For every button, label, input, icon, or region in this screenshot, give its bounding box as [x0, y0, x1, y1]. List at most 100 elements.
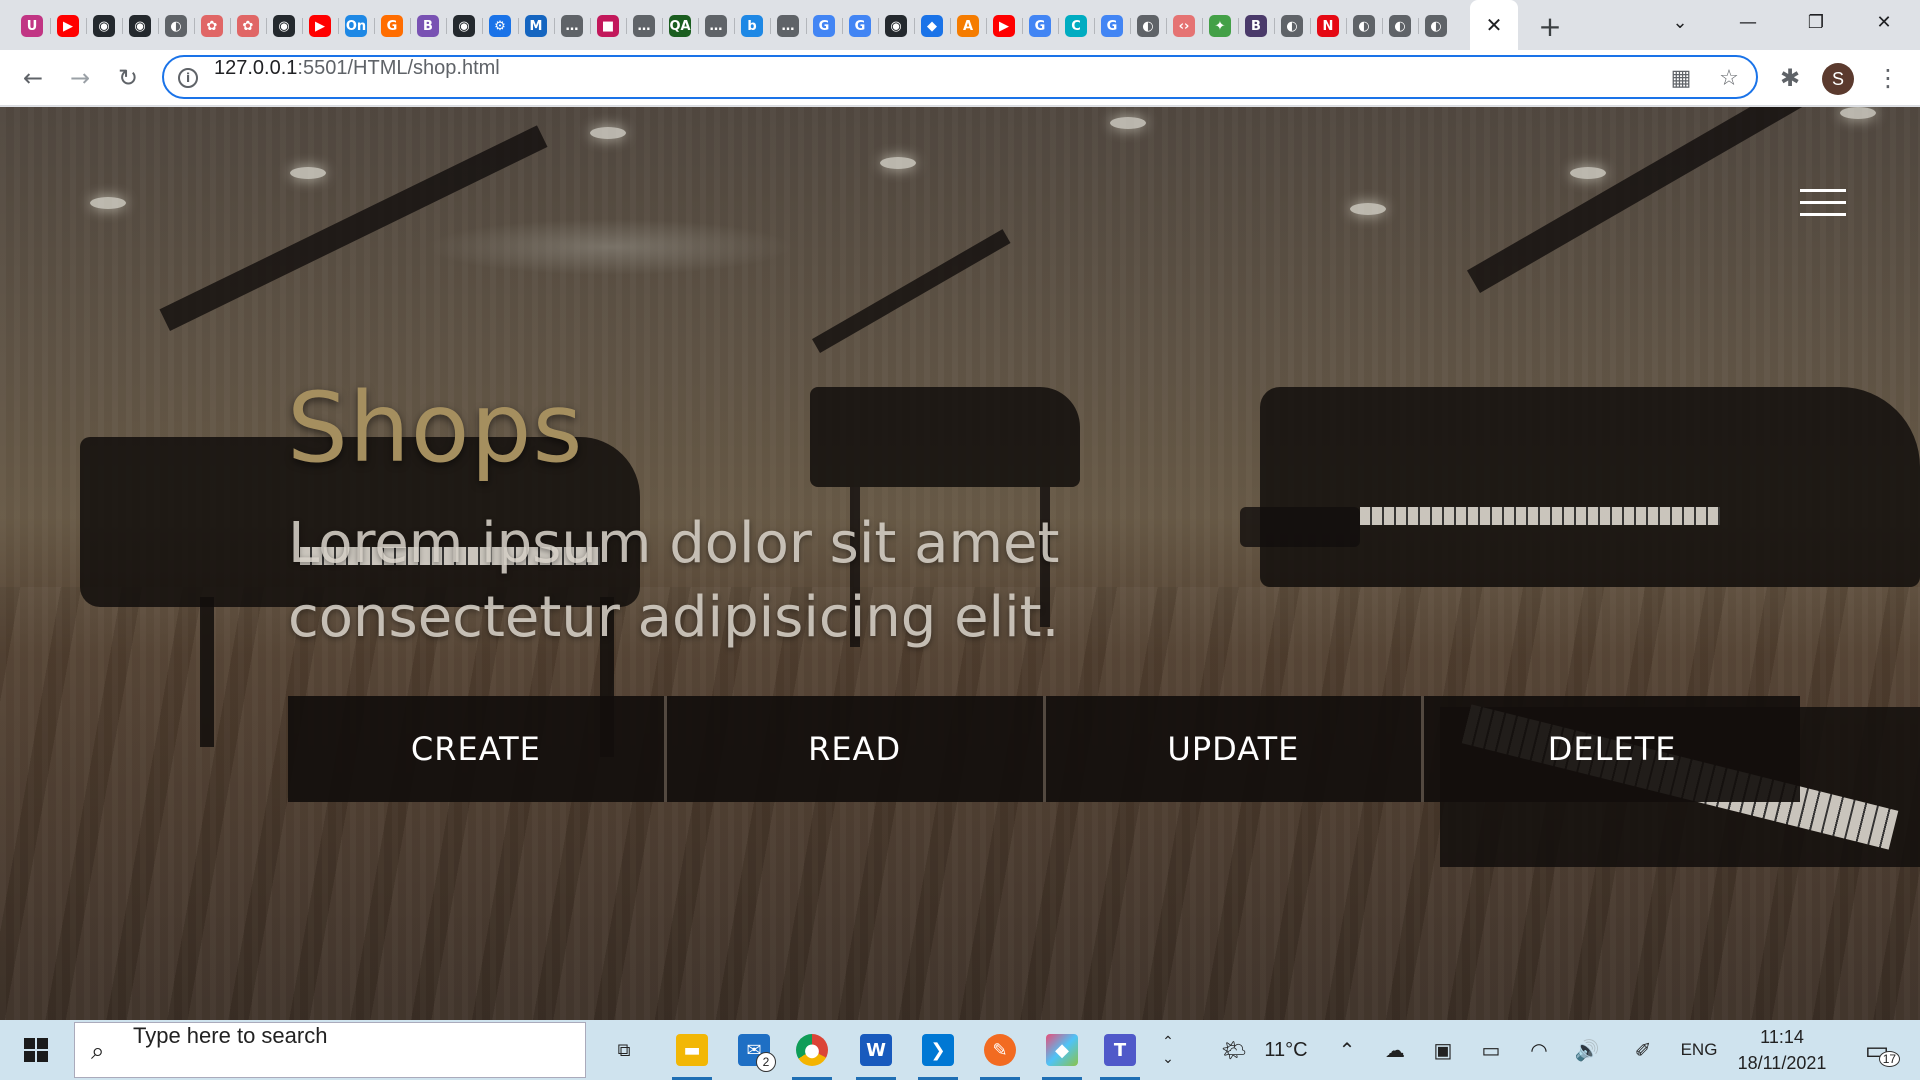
- pinned-tab[interactable]: ◐: [1346, 10, 1382, 42]
- pinned-tab[interactable]: G: [842, 10, 878, 42]
- pinned-tab[interactable]: ▶: [986, 10, 1022, 42]
- site-info-icon[interactable]: i: [178, 68, 198, 88]
- delete-button[interactable]: DELETE: [1424, 696, 1800, 802]
- pinned-tab[interactable]: ■: [590, 10, 626, 42]
- pinned-tab[interactable]: …: [698, 10, 734, 42]
- pinned-tab[interactable]: G: [1094, 10, 1130, 42]
- pinned-tab[interactable]: …: [554, 10, 590, 42]
- hamburger-menu-icon[interactable]: [1800, 189, 1846, 217]
- back-arrow-icon[interactable]: ←: [11, 56, 55, 100]
- pinned-tab[interactable]: QA: [662, 10, 698, 42]
- clock[interactable]: 11:14 18/11/2021: [1722, 1024, 1842, 1076]
- pinned-tab[interactable]: ◐: [1130, 10, 1166, 42]
- active-tab[interactable]: ✕: [1470, 0, 1518, 50]
- pinned-tab[interactable]: ▶: [302, 10, 338, 42]
- pinned-tab[interactable]: ◉: [446, 10, 482, 42]
- chrome-button[interactable]: ●: [786, 1026, 838, 1080]
- windows-taskbar: ⌕ Type here to search ⧉ ▬ ✉ 2 ● W ❯ ✎ ◆ …: [0, 1020, 1920, 1080]
- pinned-tab[interactable]: ◉: [122, 10, 158, 42]
- pinned-tab[interactable]: ‹›: [1166, 10, 1202, 42]
- pinned-tab[interactable]: ✿: [194, 10, 230, 42]
- qa-icon: QA: [669, 15, 691, 37]
- pinned-tab[interactable]: G: [1022, 10, 1058, 42]
- pinned-tab[interactable]: ▶: [50, 10, 86, 42]
- pinned-tab[interactable]: G: [374, 10, 410, 42]
- window-close-button[interactable]: ✕: [1854, 0, 1914, 44]
- pinned-tab[interactable]: B: [1238, 10, 1274, 42]
- taskbar-search[interactable]: ⌕ Type here to search: [74, 1022, 586, 1078]
- url-text[interactable]: 127.0.0.1:5501/HTML/shop.html: [214, 57, 500, 80]
- pinned-tab[interactable]: ⚙: [482, 10, 518, 42]
- notifications-icon[interactable]: ▭ 17: [1852, 1020, 1902, 1080]
- pinned-tab[interactable]: U: [14, 10, 50, 42]
- ceiling-light: [90, 197, 126, 209]
- taskbar-scroll-arrows[interactable]: ⌃ ⌄: [1156, 1020, 1180, 1080]
- new-tab-button[interactable]: +: [1530, 10, 1570, 43]
- pen-icon[interactable]: ✐: [1626, 1020, 1660, 1080]
- pinned-tab[interactable]: ◐: [1418, 10, 1454, 42]
- pinned-tab[interactable]: On: [338, 10, 374, 42]
- piano-bench: [1240, 507, 1360, 547]
- language-indicator[interactable]: ENG: [1676, 1020, 1722, 1080]
- pinned-tab[interactable]: G: [806, 10, 842, 42]
- piano-center-body: [810, 387, 1080, 487]
- teams-icon: T: [1104, 1034, 1136, 1066]
- word-button[interactable]: W: [850, 1026, 902, 1080]
- tab-search-button[interactable]: ⌄: [1650, 0, 1710, 44]
- weather-temp[interactable]: 11°C: [1256, 1020, 1316, 1080]
- onedrive-icon[interactable]: ☁: [1378, 1020, 1412, 1080]
- display-icon[interactable]: ▣: [1426, 1020, 1460, 1080]
- app-orange-button[interactable]: ✎: [974, 1026, 1026, 1080]
- read-button[interactable]: READ: [666, 696, 1046, 802]
- file-explorer-button[interactable]: ▬: [666, 1026, 718, 1080]
- pinned-tab[interactable]: B: [410, 10, 446, 42]
- qr-code-icon[interactable]: ▦: [1668, 65, 1694, 91]
- globe-icon: ◐: [1353, 15, 1375, 37]
- page-title: Shops: [287, 372, 584, 484]
- task-view-button[interactable]: ⧉: [598, 1026, 650, 1074]
- teams-button[interactable]: T: [1094, 1026, 1146, 1080]
- pinned-tab[interactable]: ◐: [1274, 10, 1310, 42]
- pinned-tab[interactable]: A: [950, 10, 986, 42]
- chrome-menu-icon[interactable]: ⋮: [1866, 56, 1910, 100]
- update-button[interactable]: UPDATE: [1045, 696, 1425, 802]
- wifi-icon[interactable]: ◠: [1522, 1020, 1556, 1080]
- url-host: 127.0.0.1: [214, 57, 298, 79]
- globe-icon: ◐: [165, 15, 187, 37]
- reload-icon[interactable]: ↻: [106, 56, 150, 100]
- pinned-tab[interactable]: …: [770, 10, 806, 42]
- create-button[interactable]: CREATE: [288, 696, 667, 802]
- weather-icon[interactable]: 🌤: [1214, 1020, 1254, 1080]
- pinned-tab[interactable]: ◉: [266, 10, 302, 42]
- pinned-tab[interactable]: …: [626, 10, 662, 42]
- pinned-tab[interactable]: ◉: [878, 10, 914, 42]
- restore-button[interactable]: ❐: [1786, 0, 1846, 44]
- bookmark-star-icon[interactable]: ☆: [1716, 65, 1742, 91]
- pinned-tab[interactable]: ✿: [230, 10, 266, 42]
- battery-icon[interactable]: ▭: [1474, 1020, 1508, 1080]
- extensions-puzzle-icon[interactable]: ✱: [1768, 56, 1812, 100]
- app-gitkraken-button[interactable]: ◆: [1036, 1026, 1088, 1080]
- minimize-button[interactable]: —: [1718, 0, 1778, 44]
- pinned-tab[interactable]: C: [1058, 10, 1094, 42]
- orange-app-icon: A: [957, 15, 979, 37]
- pinned-tab[interactable]: ◉: [86, 10, 122, 42]
- multicolor-icon: ✦: [1209, 15, 1231, 37]
- vscode-button[interactable]: ❯: [912, 1026, 964, 1080]
- pinned-tab[interactable]: b: [734, 10, 770, 42]
- mail-button[interactable]: ✉ 2: [728, 1026, 780, 1074]
- pinned-tab[interactable]: ✦: [1202, 10, 1238, 42]
- ceiling-light: [290, 167, 326, 179]
- pinned-tab[interactable]: M: [518, 10, 554, 42]
- forward-arrow-icon[interactable]: →: [58, 56, 102, 100]
- pinned-tab[interactable]: ◐: [1382, 10, 1418, 42]
- pinned-tab[interactable]: N: [1310, 10, 1346, 42]
- close-tab-icon[interactable]: ✕: [1486, 13, 1503, 37]
- show-hidden-icons[interactable]: ⌃: [1332, 1020, 1362, 1080]
- profile-avatar[interactable]: S: [1822, 63, 1854, 95]
- pinned-tab[interactable]: ◐: [158, 10, 194, 42]
- start-button[interactable]: [0, 1020, 72, 1080]
- pinned-tab[interactable]: ◆: [914, 10, 950, 42]
- volume-icon[interactable]: 🔊: [1570, 1020, 1604, 1080]
- address-bar[interactable]: i 127.0.0.1:5501/HTML/shop.html ▦ ☆: [162, 55, 1758, 99]
